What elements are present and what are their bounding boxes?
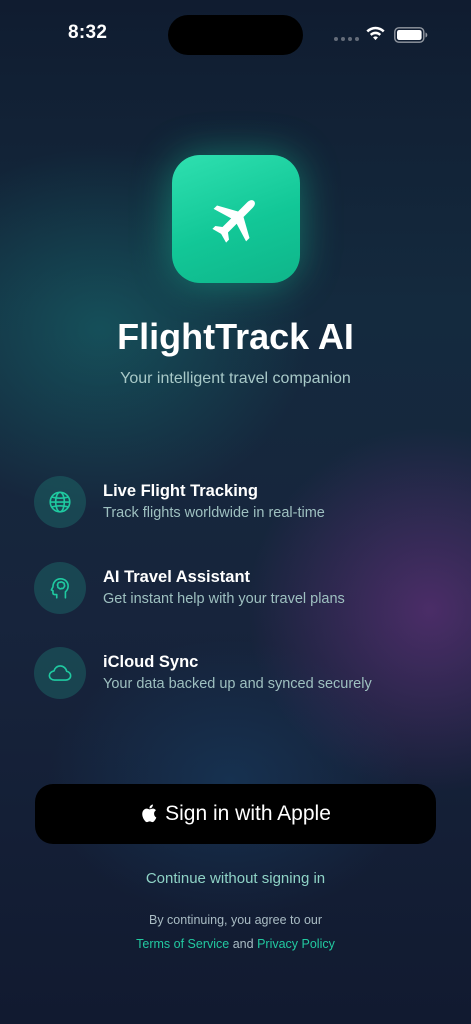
feature-live-flight-tracking: Live Flight Tracking Track flights world… bbox=[34, 476, 454, 528]
feature-icloud-sync: iCloud Sync Your data backed up and sync… bbox=[34, 647, 454, 699]
battery-icon bbox=[394, 27, 428, 43]
feature-title: AI Travel Assistant bbox=[103, 568, 251, 586]
feature-title: Live Flight Tracking bbox=[103, 482, 258, 500]
cloud-icon bbox=[34, 647, 86, 699]
wifi-icon bbox=[366, 26, 385, 41]
welcome-screen: 8:32 FlightTrack AI Your intelligent tra… bbox=[0, 0, 471, 1024]
legal-conjunction: and bbox=[232, 937, 258, 951]
dynamic-island bbox=[168, 15, 303, 55]
cellular-signal-icon bbox=[334, 37, 359, 41]
legal-links: Terms of Service and Privacy Policy bbox=[0, 937, 471, 951]
sign-in-with-apple-label: Sign in with Apple bbox=[165, 802, 331, 825]
legal-notice: By continuing, you agree to our bbox=[148, 913, 323, 927]
airplane-icon bbox=[212, 200, 255, 243]
sign-in-with-apple-button[interactable]: Sign in with Apple bbox=[35, 784, 436, 844]
app-subtitle: Your intelligent travel companion bbox=[120, 370, 351, 387]
app-icon bbox=[172, 155, 300, 283]
feature-description: Get instant help with your travel plans bbox=[103, 591, 345, 607]
status-time: 8:32 bbox=[68, 22, 108, 43]
apple-logo-icon bbox=[142, 804, 157, 822]
feature-description: Your data backed up and synced securely bbox=[103, 676, 372, 692]
feature-ai-travel-assistant: AI Travel Assistant Get instant help wit… bbox=[34, 562, 454, 614]
privacy-policy-link[interactable]: Privacy Policy bbox=[257, 937, 335, 951]
brain-head-icon bbox=[34, 562, 86, 614]
feature-description: Track flights worldwide in real-time bbox=[103, 505, 325, 521]
app-title: FlightTrack AI bbox=[117, 316, 354, 357]
continue-without-signing-in-link[interactable]: Continue without signing in bbox=[0, 870, 471, 887]
terms-of-service-link[interactable]: Terms of Service bbox=[136, 937, 229, 951]
globe-icon bbox=[34, 476, 86, 528]
feature-title: iCloud Sync bbox=[103, 653, 199, 671]
